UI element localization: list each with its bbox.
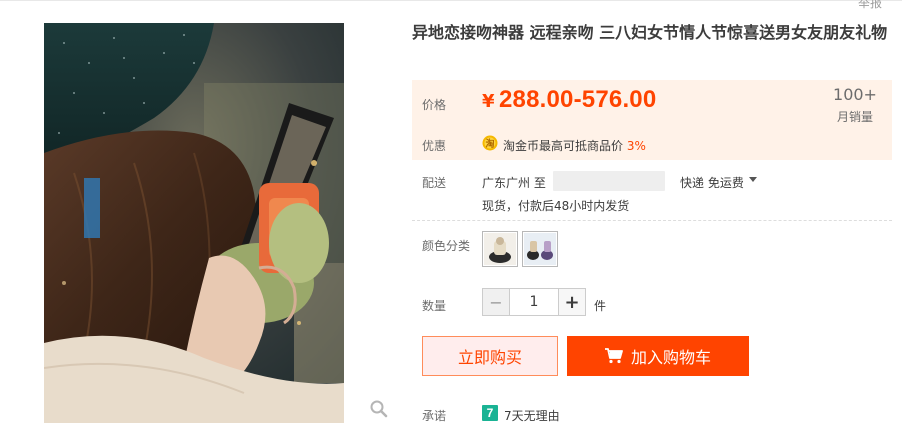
color-label: 颜色分类 <box>422 239 471 253</box>
section-divider <box>412 220 892 221</box>
swatch-2-thumbnail <box>524 233 556 265</box>
swatch-1-thumbnail <box>484 233 516 265</box>
price-label: 价格 <box>422 98 447 112</box>
quantity-unit: 件 <box>594 299 607 313</box>
product-main-image[interactable] <box>44 23 344 423</box>
report-link[interactable]: 举报 <box>858 0 882 11</box>
add-to-cart-label: 加入购物车 <box>630 348 711 367</box>
shipping-note: 现货，付款后48小时内发货 <box>482 199 630 213</box>
chevron-down-icon[interactable] <box>749 177 757 182</box>
add-to-cart-button[interactable]: 加入购物车 <box>567 336 749 376</box>
sales-count: 100+ <box>833 85 877 104</box>
sales-label: 月销量 <box>836 110 873 124</box>
buy-now-button[interactable]: 立即购买 <box>422 336 558 376</box>
price-panel: 价格 ¥ 288.00-576.00 100+ 月销量 优惠 淘 淘金币最高可抵… <box>412 80 892 160</box>
color-swatch-1[interactable] <box>482 231 518 267</box>
quantity-decrement-button[interactable]: − <box>482 288 510 316</box>
quantity-increment-button[interactable]: + <box>558 288 586 316</box>
promo-description: 淘金币最高可抵商品价 <box>503 139 624 153</box>
promise-label: 承诺 <box>422 409 447 423</box>
shipping-method[interactable]: 快递 免运费 <box>680 174 744 191</box>
product-detail-page: 举报 异地恋接吻神器 远程亲吻 三八妇女节情人节惊喜送男女友朋友礼物 价格 ¥ … <box>0 0 902 435</box>
promo-text: 淘金币最高可抵商品价 3% <box>503 137 646 154</box>
seven-day-return-icon: 7 <box>482 405 498 421</box>
shipping-origin: 广东广州 至 <box>482 176 546 190</box>
price-row: 价格 ¥ 288.00-576.00 100+ 月销量 <box>412 80 892 126</box>
buy-now-label: 立即购买 <box>457 348 522 367</box>
shipping-destination-select[interactable] <box>553 171 665 191</box>
promise-text[interactable]: 7天无理由 <box>504 407 560 424</box>
product-title: 异地恋接吻神器 远程亲吻 三八妇女节情人节惊喜送男女友朋友礼物 <box>412 23 888 42</box>
shipping-label: 配送 <box>422 176 447 190</box>
promo-row: 优惠 淘 淘金币最高可抵商品价 3% <box>412 126 892 160</box>
monthly-sales: 100+ 月销量 <box>830 86 880 125</box>
promo-label: 优惠 <box>422 139 447 153</box>
taojinbi-coin-icon: 淘 <box>482 135 498 151</box>
product-photo-illustration <box>44 23 344 423</box>
quantity-label: 数量 <box>422 299 447 313</box>
quantity-input[interactable] <box>509 288 559 316</box>
shopping-cart-icon <box>604 348 623 364</box>
price-range: 288.00-576.00 <box>499 86 657 113</box>
svg-text:淘: 淘 <box>485 138 494 150</box>
color-swatch-2[interactable] <box>522 231 558 267</box>
currency-symbol: ¥ <box>482 91 495 112</box>
promo-percent: 3% <box>626 139 646 153</box>
top-divider <box>0 0 902 1</box>
zoom-magnifier-icon[interactable] <box>369 399 389 419</box>
